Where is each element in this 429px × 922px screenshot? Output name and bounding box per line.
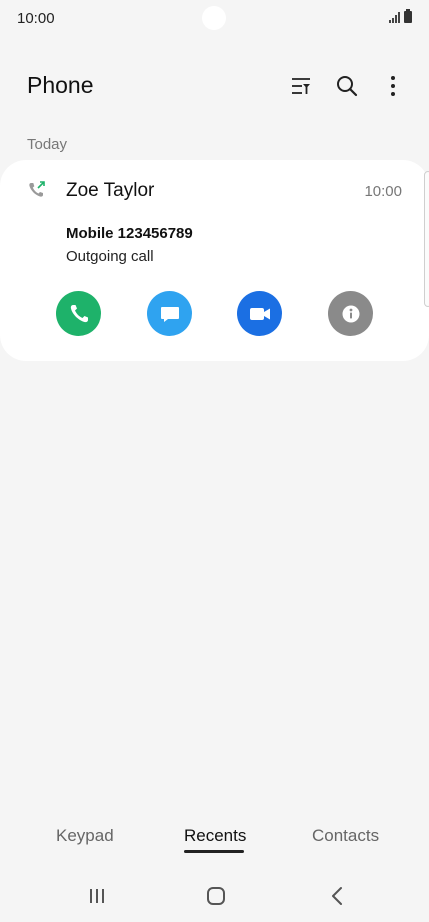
phone-icon (70, 304, 88, 322)
info-icon (342, 305, 359, 322)
app-actions (285, 70, 409, 102)
message-button[interactable] (147, 291, 192, 336)
contact-name: Zoe Taylor (66, 180, 155, 201)
status-time: 10:00 (17, 10, 55, 27)
page-title: Phone (27, 72, 94, 98)
battery-icon (404, 9, 412, 23)
tab-contacts[interactable]: Contacts (312, 826, 379, 846)
bottom-tabs: Keypad Recents Contacts (0, 818, 429, 858)
section-label-today: Today (27, 136, 68, 153)
edge-panel-handle[interactable] (424, 171, 429, 307)
signal-icon (389, 12, 400, 23)
tab-keypad[interactable]: Keypad (56, 826, 114, 846)
active-tab-indicator (184, 850, 244, 853)
home-icon[interactable] (201, 884, 231, 908)
status-icons (389, 9, 412, 23)
outgoing-call-icon (27, 180, 47, 200)
tab-recents[interactable]: Recents (184, 826, 246, 846)
filter-icon[interactable] (285, 70, 317, 102)
call-actions (56, 291, 374, 337)
status-bar: 10:00 (0, 0, 429, 38)
call-button[interactable] (56, 291, 101, 336)
search-icon[interactable] (331, 70, 363, 102)
recent-apps-icon[interactable] (82, 884, 112, 908)
back-icon[interactable] (322, 884, 352, 908)
video-call-button[interactable] (237, 291, 282, 336)
info-button[interactable] (328, 291, 373, 336)
phone-number: Mobile 123456789 (66, 225, 193, 242)
more-options-icon[interactable] (377, 70, 409, 102)
message-icon (160, 306, 179, 322)
call-log-item[interactable]: Zoe Taylor 10:00 Mobile 123456789 Outgoi… (0, 160, 429, 361)
call-time: 10:00 (364, 183, 402, 200)
navigation-bar (0, 872, 429, 922)
video-call-icon (249, 307, 270, 320)
camera-cutout (202, 6, 226, 30)
call-status: Outgoing call (66, 248, 154, 265)
app-bar: Phone (0, 60, 429, 110)
